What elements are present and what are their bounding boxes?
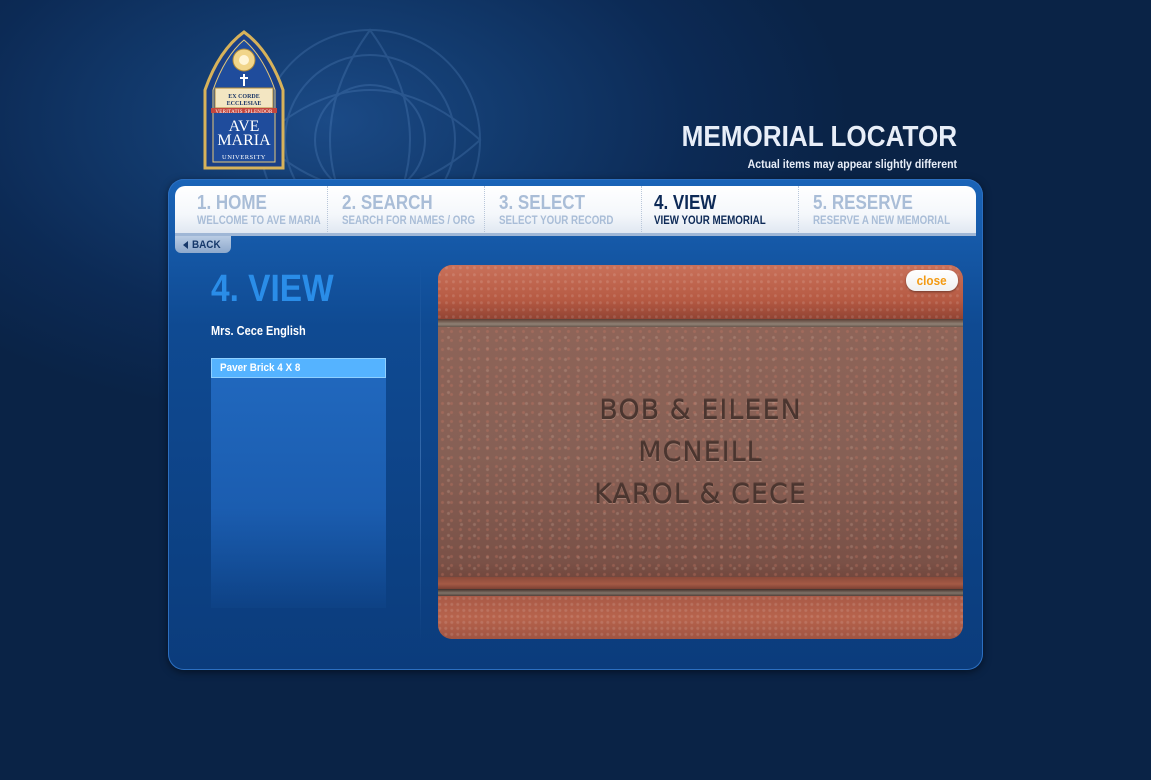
tab-title: 2. SEARCH bbox=[342, 192, 433, 214]
engraving-line-2: MCNEILL bbox=[638, 437, 763, 468]
tab-subtitle: RESERVE A NEW MEMORIAL bbox=[813, 215, 951, 227]
tab-title: 4. VIEW bbox=[654, 192, 717, 214]
engraving-line-1: BOB & EILEEN bbox=[599, 395, 802, 426]
column-divider bbox=[420, 264, 421, 644]
tab-home[interactable]: 1. HOME WELCOME TO AVE MARIA bbox=[175, 186, 328, 234]
logo-banner-text: VERITATIS SPLENDOR bbox=[215, 110, 273, 115]
brick-top-row bbox=[438, 265, 963, 323]
tab-title: 3. SELECT bbox=[499, 192, 585, 214]
tab-title: 5. RESERVE bbox=[813, 192, 913, 214]
tabs-divider bbox=[175, 233, 976, 236]
tab-subtitle: SELECT YOUR RECORD bbox=[499, 215, 614, 227]
back-button-label: BACK bbox=[192, 238, 221, 251]
engraving-line-3: KAROL & CECE bbox=[594, 479, 807, 510]
ave-maria-university-logo[interactable]: EX CORDE ECCLESIAE VERITATIS SPLENDOR AVE… bbox=[197, 30, 291, 172]
close-button-label: close bbox=[917, 273, 947, 288]
tab-view[interactable]: 4. VIEW VIEW YOUR MEMORIAL bbox=[642, 186, 799, 234]
tab-subtitle: SEARCH FOR NAMES / ORG bbox=[342, 215, 476, 227]
tab-search[interactable]: 2. SEARCH SEARCH FOR NAMES / ORG bbox=[328, 186, 485, 234]
page-subtitle: Actual items may appear slightly differe… bbox=[747, 157, 957, 171]
list-item-label: Paver Brick 4 X 8 bbox=[220, 362, 301, 374]
tab-select[interactable]: 3. SELECT SELECT YOUR RECORD bbox=[485, 186, 642, 234]
memorial-brick-image: BOB & EILEEN MCNEILL KAROL & CECE bbox=[438, 265, 963, 639]
back-arrow-icon bbox=[183, 240, 188, 249]
logo-motto: EX CORDE ECCLESIAE bbox=[226, 94, 262, 107]
logo-name-line2: MARIA bbox=[217, 132, 271, 149]
step-heading: 4. VIEW bbox=[211, 268, 334, 310]
tab-subtitle: VIEW YOUR MEMORIAL bbox=[654, 215, 766, 227]
close-button[interactable]: close bbox=[906, 270, 958, 291]
tab-subtitle: WELCOME TO AVE MARIA bbox=[197, 215, 321, 227]
tab-reserve[interactable]: 5. RESERVE RESERVE A NEW MEMORIAL bbox=[799, 186, 976, 234]
step-tabs: 1. HOME WELCOME TO AVE MARIA 2. SEARCH S… bbox=[175, 186, 976, 234]
brick-bottom-row bbox=[438, 596, 963, 639]
logo-name-line3: UNIVERSITY bbox=[222, 154, 266, 161]
tab-title: 1. HOME bbox=[197, 192, 267, 214]
record-name: Mrs. Cece English bbox=[211, 324, 306, 338]
list-item-paver-brick[interactable]: Paver Brick 4 X 8 bbox=[211, 358, 386, 378]
back-button[interactable]: BACK bbox=[175, 236, 231, 253]
page: EX CORDE ECCLESIAE VERITATIS SPLENDOR AVE… bbox=[0, 0, 1151, 780]
page-title: MEMORIAL LOCATOR bbox=[681, 121, 957, 153]
memorial-item-list bbox=[211, 358, 386, 608]
